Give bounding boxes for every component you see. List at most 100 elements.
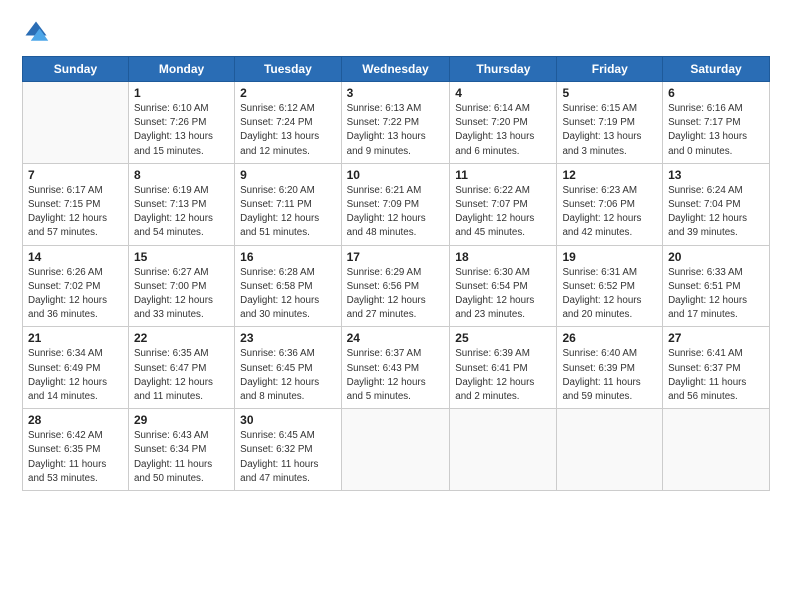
day-of-week-header: Wednesday xyxy=(341,57,450,82)
calendar-cell: 9 Sunrise: 6:20 AM Sunset: 7:11 PM Daylig… xyxy=(235,163,341,245)
calendar-header-row: SundayMondayTuesdayWednesdayThursdayFrid… xyxy=(23,57,770,82)
calendar-cell: 30 Sunrise: 6:45 AM Sunset: 6:32 PM Dayli… xyxy=(235,409,341,491)
day-info: Sunrise: 6:45 AM Sunset: 6:32 PM Dayligh… xyxy=(240,429,335,486)
calendar-cell: 22 Sunrise: 6:35 AM Sunset: 6:47 PM Dayli… xyxy=(128,327,234,409)
day-info: Sunrise: 6:12 AM Sunset: 7:24 PM Dayligh… xyxy=(240,102,335,159)
day-number: 16 xyxy=(240,250,335,264)
calendar-cell: 12 Sunrise: 6:23 AM Sunset: 7:06 PM Dayli… xyxy=(557,163,663,245)
calendar-cell: 10 Sunrise: 6:21 AM Sunset: 7:09 PM Dayli… xyxy=(341,163,450,245)
day-number: 15 xyxy=(134,250,229,264)
day-info: Sunrise: 6:24 AM Sunset: 7:04 PM Dayligh… xyxy=(668,184,764,241)
calendar-cell xyxy=(341,409,450,491)
day-info: Sunrise: 6:28 AM Sunset: 6:58 PM Dayligh… xyxy=(240,266,335,323)
calendar-cell: 3 Sunrise: 6:13 AM Sunset: 7:22 PM Daylig… xyxy=(341,82,450,164)
calendar-cell: 16 Sunrise: 6:28 AM Sunset: 6:58 PM Dayli… xyxy=(235,245,341,327)
calendar-cell: 20 Sunrise: 6:33 AM Sunset: 6:51 PM Dayli… xyxy=(663,245,770,327)
day-of-week-header: Saturday xyxy=(663,57,770,82)
calendar-cell: 7 Sunrise: 6:17 AM Sunset: 7:15 PM Daylig… xyxy=(23,163,129,245)
day-info: Sunrise: 6:21 AM Sunset: 7:09 PM Dayligh… xyxy=(347,184,445,241)
day-number: 1 xyxy=(134,86,229,100)
day-info: Sunrise: 6:35 AM Sunset: 6:47 PM Dayligh… xyxy=(134,347,229,404)
calendar-cell xyxy=(663,409,770,491)
day-of-week-header: Tuesday xyxy=(235,57,341,82)
day-info: Sunrise: 6:20 AM Sunset: 7:11 PM Dayligh… xyxy=(240,184,335,241)
calendar-week-row: 1 Sunrise: 6:10 AM Sunset: 7:26 PM Daylig… xyxy=(23,82,770,164)
day-number: 30 xyxy=(240,413,335,427)
day-info: Sunrise: 6:40 AM Sunset: 6:39 PM Dayligh… xyxy=(562,347,657,404)
day-number: 7 xyxy=(28,168,123,182)
day-number: 25 xyxy=(455,331,551,345)
calendar-cell: 11 Sunrise: 6:22 AM Sunset: 7:07 PM Dayli… xyxy=(450,163,557,245)
calendar-cell: 25 Sunrise: 6:39 AM Sunset: 6:41 PM Dayli… xyxy=(450,327,557,409)
day-number: 13 xyxy=(668,168,764,182)
day-number: 8 xyxy=(134,168,229,182)
calendar-cell: 21Sunrise: 6:34 AM Sunset: 6:49 PM Dayli… xyxy=(23,327,129,409)
day-info: Sunrise: 6:13 AM Sunset: 7:22 PM Dayligh… xyxy=(347,102,445,159)
day-info: Sunrise: 6:22 AM Sunset: 7:07 PM Dayligh… xyxy=(455,184,551,241)
page: SundayMondayTuesdayWednesdayThursdayFrid… xyxy=(0,0,792,612)
day-number: 26 xyxy=(562,331,657,345)
day-number: 22 xyxy=(134,331,229,345)
day-info: Sunrise: 6:17 AM Sunset: 7:15 PM Dayligh… xyxy=(28,184,123,241)
day-number: 20 xyxy=(668,250,764,264)
day-number: 19 xyxy=(562,250,657,264)
day-of-week-header: Thursday xyxy=(450,57,557,82)
logo xyxy=(22,18,54,46)
day-info: Sunrise: 6:15 AM Sunset: 7:19 PM Dayligh… xyxy=(562,102,657,159)
header xyxy=(22,18,770,46)
day-number: 3 xyxy=(347,86,445,100)
calendar-cell xyxy=(23,82,129,164)
day-number: 18 xyxy=(455,250,551,264)
calendar-cell: 27Sunrise: 6:41 AM Sunset: 6:37 PM Dayli… xyxy=(663,327,770,409)
calendar-cell: 6Sunrise: 6:16 AM Sunset: 7:17 PM Daylig… xyxy=(663,82,770,164)
day-info: Sunrise: 6:23 AM Sunset: 7:06 PM Dayligh… xyxy=(562,184,657,241)
day-number: 28 xyxy=(28,413,123,427)
day-number: 11 xyxy=(455,168,551,182)
day-number: 14 xyxy=(28,250,123,264)
calendar-cell: 1 Sunrise: 6:10 AM Sunset: 7:26 PM Daylig… xyxy=(128,82,234,164)
calendar-cell: 19 Sunrise: 6:31 AM Sunset: 6:52 PM Dayli… xyxy=(557,245,663,327)
day-number: 27 xyxy=(668,331,764,345)
day-info: Sunrise: 6:37 AM Sunset: 6:43 PM Dayligh… xyxy=(347,347,445,404)
day-info: Sunrise: 6:34 AM Sunset: 6:49 PM Dayligh… xyxy=(28,347,123,404)
day-info: Sunrise: 6:33 AM Sunset: 6:51 PM Dayligh… xyxy=(668,266,764,323)
day-info: Sunrise: 6:16 AM Sunset: 7:17 PM Dayligh… xyxy=(668,102,764,159)
day-info: Sunrise: 6:14 AM Sunset: 7:20 PM Dayligh… xyxy=(455,102,551,159)
calendar-cell: 28Sunrise: 6:42 AM Sunset: 6:35 PM Dayli… xyxy=(23,409,129,491)
day-info: Sunrise: 6:31 AM Sunset: 6:52 PM Dayligh… xyxy=(562,266,657,323)
day-of-week-header: Monday xyxy=(128,57,234,82)
day-number: 9 xyxy=(240,168,335,182)
day-of-week-header: Sunday xyxy=(23,57,129,82)
calendar-cell: 8 Sunrise: 6:19 AM Sunset: 7:13 PM Daylig… xyxy=(128,163,234,245)
day-number: 5 xyxy=(562,86,657,100)
day-info: Sunrise: 6:30 AM Sunset: 6:54 PM Dayligh… xyxy=(455,266,551,323)
day-info: Sunrise: 6:26 AM Sunset: 7:02 PM Dayligh… xyxy=(28,266,123,323)
calendar-cell: 14 Sunrise: 6:26 AM Sunset: 7:02 PM Dayli… xyxy=(23,245,129,327)
day-info: Sunrise: 6:39 AM Sunset: 6:41 PM Dayligh… xyxy=(455,347,551,404)
day-number: 29 xyxy=(134,413,229,427)
calendar-cell: 24Sunrise: 6:37 AM Sunset: 6:43 PM Dayli… xyxy=(341,327,450,409)
day-info: Sunrise: 6:10 AM Sunset: 7:26 PM Dayligh… xyxy=(134,102,229,159)
day-number: 2 xyxy=(240,86,335,100)
calendar-cell: 17Sunrise: 6:29 AM Sunset: 6:56 PM Dayli… xyxy=(341,245,450,327)
day-number: 4 xyxy=(455,86,551,100)
day-number: 10 xyxy=(347,168,445,182)
calendar-cell: 5 Sunrise: 6:15 AM Sunset: 7:19 PM Daylig… xyxy=(557,82,663,164)
calendar-cell xyxy=(450,409,557,491)
day-number: 12 xyxy=(562,168,657,182)
calendar-cell: 26 Sunrise: 6:40 AM Sunset: 6:39 PM Dayli… xyxy=(557,327,663,409)
calendar-week-row: 28Sunrise: 6:42 AM Sunset: 6:35 PM Dayli… xyxy=(23,409,770,491)
logo-icon xyxy=(22,18,50,46)
day-info: Sunrise: 6:27 AM Sunset: 7:00 PM Dayligh… xyxy=(134,266,229,323)
calendar-cell: 23Sunrise: 6:36 AM Sunset: 6:45 PM Dayli… xyxy=(235,327,341,409)
calendar-cell: 13 Sunrise: 6:24 AM Sunset: 7:04 PM Dayli… xyxy=(663,163,770,245)
calendar-table: SundayMondayTuesdayWednesdayThursdayFrid… xyxy=(22,56,770,491)
calendar-cell: 18 Sunrise: 6:30 AM Sunset: 6:54 PM Dayli… xyxy=(450,245,557,327)
calendar-week-row: 21Sunrise: 6:34 AM Sunset: 6:49 PM Dayli… xyxy=(23,327,770,409)
day-info: Sunrise: 6:19 AM Sunset: 7:13 PM Dayligh… xyxy=(134,184,229,241)
calendar-cell: 4 Sunrise: 6:14 AM Sunset: 7:20 PM Daylig… xyxy=(450,82,557,164)
calendar-cell: 15 Sunrise: 6:27 AM Sunset: 7:00 PM Dayli… xyxy=(128,245,234,327)
calendar-cell xyxy=(557,409,663,491)
day-info: Sunrise: 6:43 AM Sunset: 6:34 PM Dayligh… xyxy=(134,429,229,486)
day-info: Sunrise: 6:29 AM Sunset: 6:56 PM Dayligh… xyxy=(347,266,445,323)
